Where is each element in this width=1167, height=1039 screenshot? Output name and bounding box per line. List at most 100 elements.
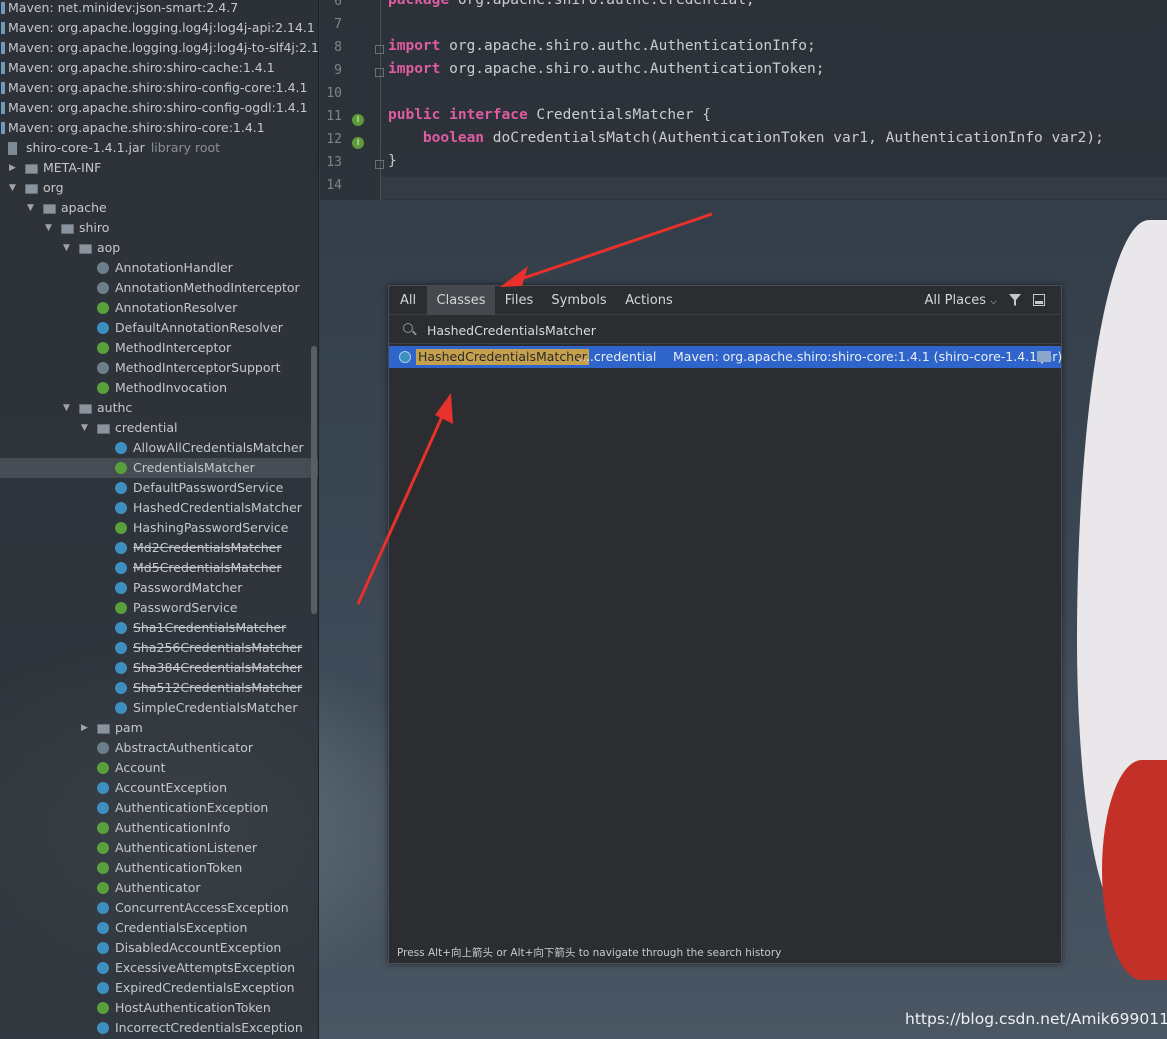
chevron-right-icon[interactable]: ▶ <box>81 718 91 738</box>
tree-row[interactable]: MethodInterceptorSupport <box>0 358 318 378</box>
tree-row[interactable]: ▼ authc <box>0 398 318 418</box>
tree-row[interactable]: ConcurrentAccessException <box>0 898 318 918</box>
tree-row[interactable]: Sha384CredentialsMatcher <box>0 658 318 678</box>
tree-row[interactable]: MethodInvocation <box>0 378 318 398</box>
tree-row[interactable]: ▼ apache <box>0 198 318 218</box>
code-editor[interactable]: 6 7 8 9 10 11 I 12 I 13 14 package org.apache.shir… <box>320 0 1167 200</box>
fold-marker-icon[interactable] <box>375 68 384 77</box>
tree-row[interactable]: ▶ pam <box>0 718 318 738</box>
tree-item-label: org <box>43 180 64 195</box>
project-tree[interactable]: Maven: net.minidev:json-smart:2.4.7 Maven… <box>0 0 319 1039</box>
search-result-row[interactable]: HashedCredentialsMatcher ....credential … <box>389 346 1062 368</box>
tree-row[interactable]: Sha1CredentialsMatcher <box>0 618 318 638</box>
tab-actions[interactable]: Actions <box>615 286 683 315</box>
chevron-down-icon[interactable]: ▼ <box>9 178 19 198</box>
chevron-down-icon[interactable]: ▼ <box>81 418 91 438</box>
tree-row[interactable]: shiro-core-1.4.1.jar library root <box>0 138 318 158</box>
tree-row[interactable]: IncorrectCredentialsException <box>0 1018 318 1038</box>
tree-row[interactable]: HashingPasswordService <box>0 518 318 538</box>
tree-row[interactable]: ▼ credential <box>0 418 318 438</box>
tree-item-label: Maven: net.minidev:json-smart:2.4.7 <box>8 0 239 15</box>
tree-row[interactable]: AnnotationMethodInterceptor <box>0 278 318 298</box>
tree-row[interactable]: Maven: org.apache.logging.log4j:log4j-to… <box>0 38 318 58</box>
tree-row[interactable]: CredentialsException <box>0 918 318 938</box>
tree-row[interactable]: PasswordMatcher <box>0 578 318 598</box>
line-number: 14 <box>326 178 342 193</box>
tree-row[interactable]: ExcessiveAttemptsException <box>0 958 318 978</box>
tree-row[interactable]: DisabledAccountException <box>0 938 318 958</box>
current-line-highlight <box>381 177 1167 199</box>
tree-row[interactable]: ▼ org <box>0 178 318 198</box>
tab-all[interactable]: All <box>389 286 427 315</box>
class-icon <box>115 442 127 454</box>
tree-row[interactable]: Maven: net.minidev:json-smart:2.4.7 <box>0 0 318 18</box>
tab-symbols[interactable]: Symbols <box>543 286 615 315</box>
tree-row[interactable]: Sha256CredentialsMatcher <box>0 638 318 658</box>
implemented-icon[interactable]: I <box>352 114 364 126</box>
open-in-window-icon[interactable] <box>1033 294 1045 306</box>
tree-row[interactable]: MethodInterceptor <box>0 338 318 358</box>
tree-row[interactable]: ExpiredCredentialsException <box>0 978 318 998</box>
fold-marker-icon[interactable] <box>375 160 384 169</box>
tree-row[interactable]: PasswordService <box>0 598 318 618</box>
library-icon <box>1037 351 1051 362</box>
class-icon <box>115 682 127 694</box>
tree-item-label: MethodInterceptorSupport <box>115 360 281 375</box>
tree-row[interactable]: Maven: org.apache.shiro:shiro-config-cor… <box>0 78 318 98</box>
tree-row[interactable]: AbstractAuthenticator <box>0 738 318 758</box>
interface-icon <box>97 382 109 394</box>
chevron-down-icon[interactable]: ▼ <box>45 218 55 238</box>
tree-row[interactable]: CredentialsMatcher <box>0 458 318 478</box>
tree-row[interactable]: AuthenticationListener <box>0 838 318 858</box>
fold-marker-icon[interactable] <box>375 45 384 54</box>
tree-row[interactable]: ▶ META-INF <box>0 158 318 178</box>
tree-row[interactable]: DefaultPasswordService <box>0 478 318 498</box>
filter-icon[interactable] <box>1009 294 1021 306</box>
tree-row[interactable]: Maven: org.apache.shiro:shiro-cache:1.4.… <box>0 58 318 78</box>
chevron-down-icon: ⌵ <box>990 297 997 307</box>
implemented-icon[interactable]: I <box>352 137 364 149</box>
tree-row[interactable]: Authenticator <box>0 878 318 898</box>
abstract-class-icon <box>97 742 109 754</box>
interface-icon <box>97 862 109 874</box>
places-dropdown[interactable]: All Places ⌵ <box>924 286 997 315</box>
tree-row[interactable]: HostAuthenticationToken <box>0 998 318 1018</box>
tree-row[interactable]: AnnotationHandler <box>0 258 318 278</box>
chevron-down-icon[interactable]: ▼ <box>63 238 73 258</box>
chevron-right-icon[interactable]: ▶ <box>9 158 19 178</box>
tree-row[interactable]: AuthenticationException <box>0 798 318 818</box>
tree-row[interactable]: ▼ shiro <box>0 218 318 238</box>
tree-row[interactable]: Md5CredentialsMatcher <box>0 558 318 578</box>
tab-classes[interactable]: Classes <box>427 286 495 315</box>
tree-row[interactable]: ▼ aop <box>0 238 318 258</box>
tree-row[interactable]: AnnotationResolver <box>0 298 318 318</box>
tab-files[interactable]: Files <box>495 286 543 315</box>
tree-item-label: IncorrectCredentialsException <box>115 1020 303 1035</box>
line-number: 13 <box>326 155 342 170</box>
folder-icon <box>25 164 38 174</box>
tree-item-label: pam <box>115 720 143 735</box>
tree-scrollbar[interactable] <box>311 346 317 614</box>
tree-row[interactable]: AllowAllCredentialsMatcher <box>0 438 318 458</box>
tree-row[interactable]: SimpleCredentialsMatcher <box>0 698 318 718</box>
tree-row[interactable]: Sha512CredentialsMatcher <box>0 678 318 698</box>
editor-gutter: 6 7 8 9 10 11 I 12 I 13 14 <box>320 0 381 200</box>
class-icon <box>115 702 127 714</box>
code-keyword: public <box>388 107 441 123</box>
tree-row[interactable]: HashedCredentialsMatcher <box>0 498 318 518</box>
search-input[interactable] <box>427 316 1027 344</box>
chevron-down-icon[interactable]: ▼ <box>63 398 73 418</box>
tree-row[interactable]: Maven: org.apache.shiro:shiro-config-ogd… <box>0 98 318 118</box>
abstract-class-icon <box>97 282 109 294</box>
folder-icon <box>97 724 110 734</box>
tree-row[interactable]: Md2CredentialsMatcher <box>0 538 318 558</box>
tree-row[interactable]: AccountException <box>0 778 318 798</box>
tree-row[interactable]: Maven: org.apache.shiro:shiro-core:1.4.1 <box>0 118 318 138</box>
tree-row[interactable]: AuthenticationToken <box>0 858 318 878</box>
tree-row[interactable]: Account <box>0 758 318 778</box>
tree-row[interactable]: DefaultAnnotationResolver <box>0 318 318 338</box>
tree-row[interactable]: Maven: org.apache.logging.log4j:log4j-ap… <box>0 18 318 38</box>
code-line: boolean doCredentialsMatch(Authenticatio… <box>388 130 1104 146</box>
tree-row[interactable]: AuthenticationInfo <box>0 818 318 838</box>
chevron-down-icon[interactable]: ▼ <box>27 198 37 218</box>
